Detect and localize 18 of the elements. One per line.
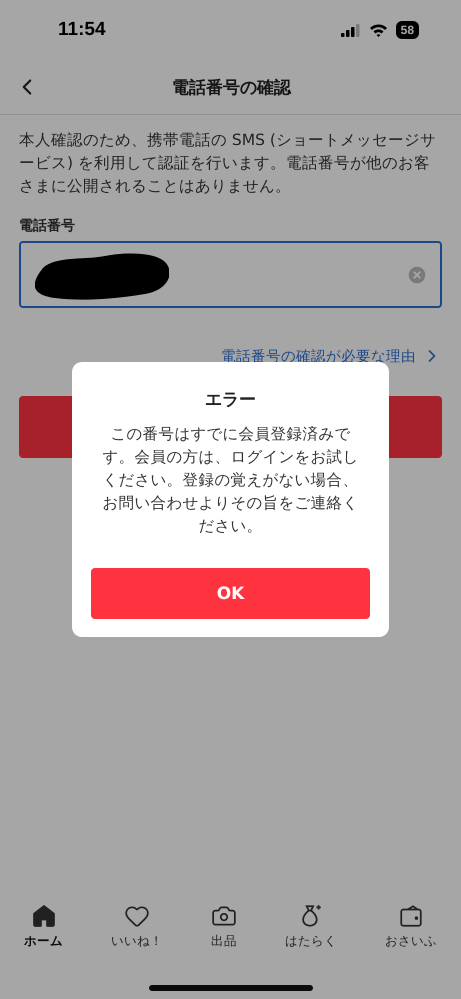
field-label: 電話番号 [19,217,76,235]
battery-level: 58 [396,21,419,39]
tab-item[interactable]: はたらく [285,903,337,950]
tab-item[interactable]: おさいふ [385,903,437,950]
wifi-icon [368,23,388,37]
page-title: 電話番号の確認 [171,76,292,98]
phone-input-field[interactable] [19,241,442,308]
tab-item[interactable]: いいね！ [111,903,163,950]
ok-button[interactable]: OK [91,568,370,619]
signal-icon [340,24,361,36]
home-icon [30,903,56,929]
tab-item[interactable]: ホーム [24,903,63,950]
description-text: 本人確認のため、携帯電話の SMS (ショートメッセージサービス) を利用して認証を行います。電話番号が他のお客さまに公開されることはありません。 [19,130,437,197]
tab-item[interactable]: 出品 [211,903,237,950]
dialog-message: この番号はすでに会員登録済みです。会員の方は、ログインをお試しください。登録の覚えがない場合、お問い合わせよりその旨をご連絡ください。 [102,424,360,537]
dialog-title: エラー [205,389,256,411]
status-time: 11:54 [58,19,106,41]
wallet-icon [398,903,424,929]
